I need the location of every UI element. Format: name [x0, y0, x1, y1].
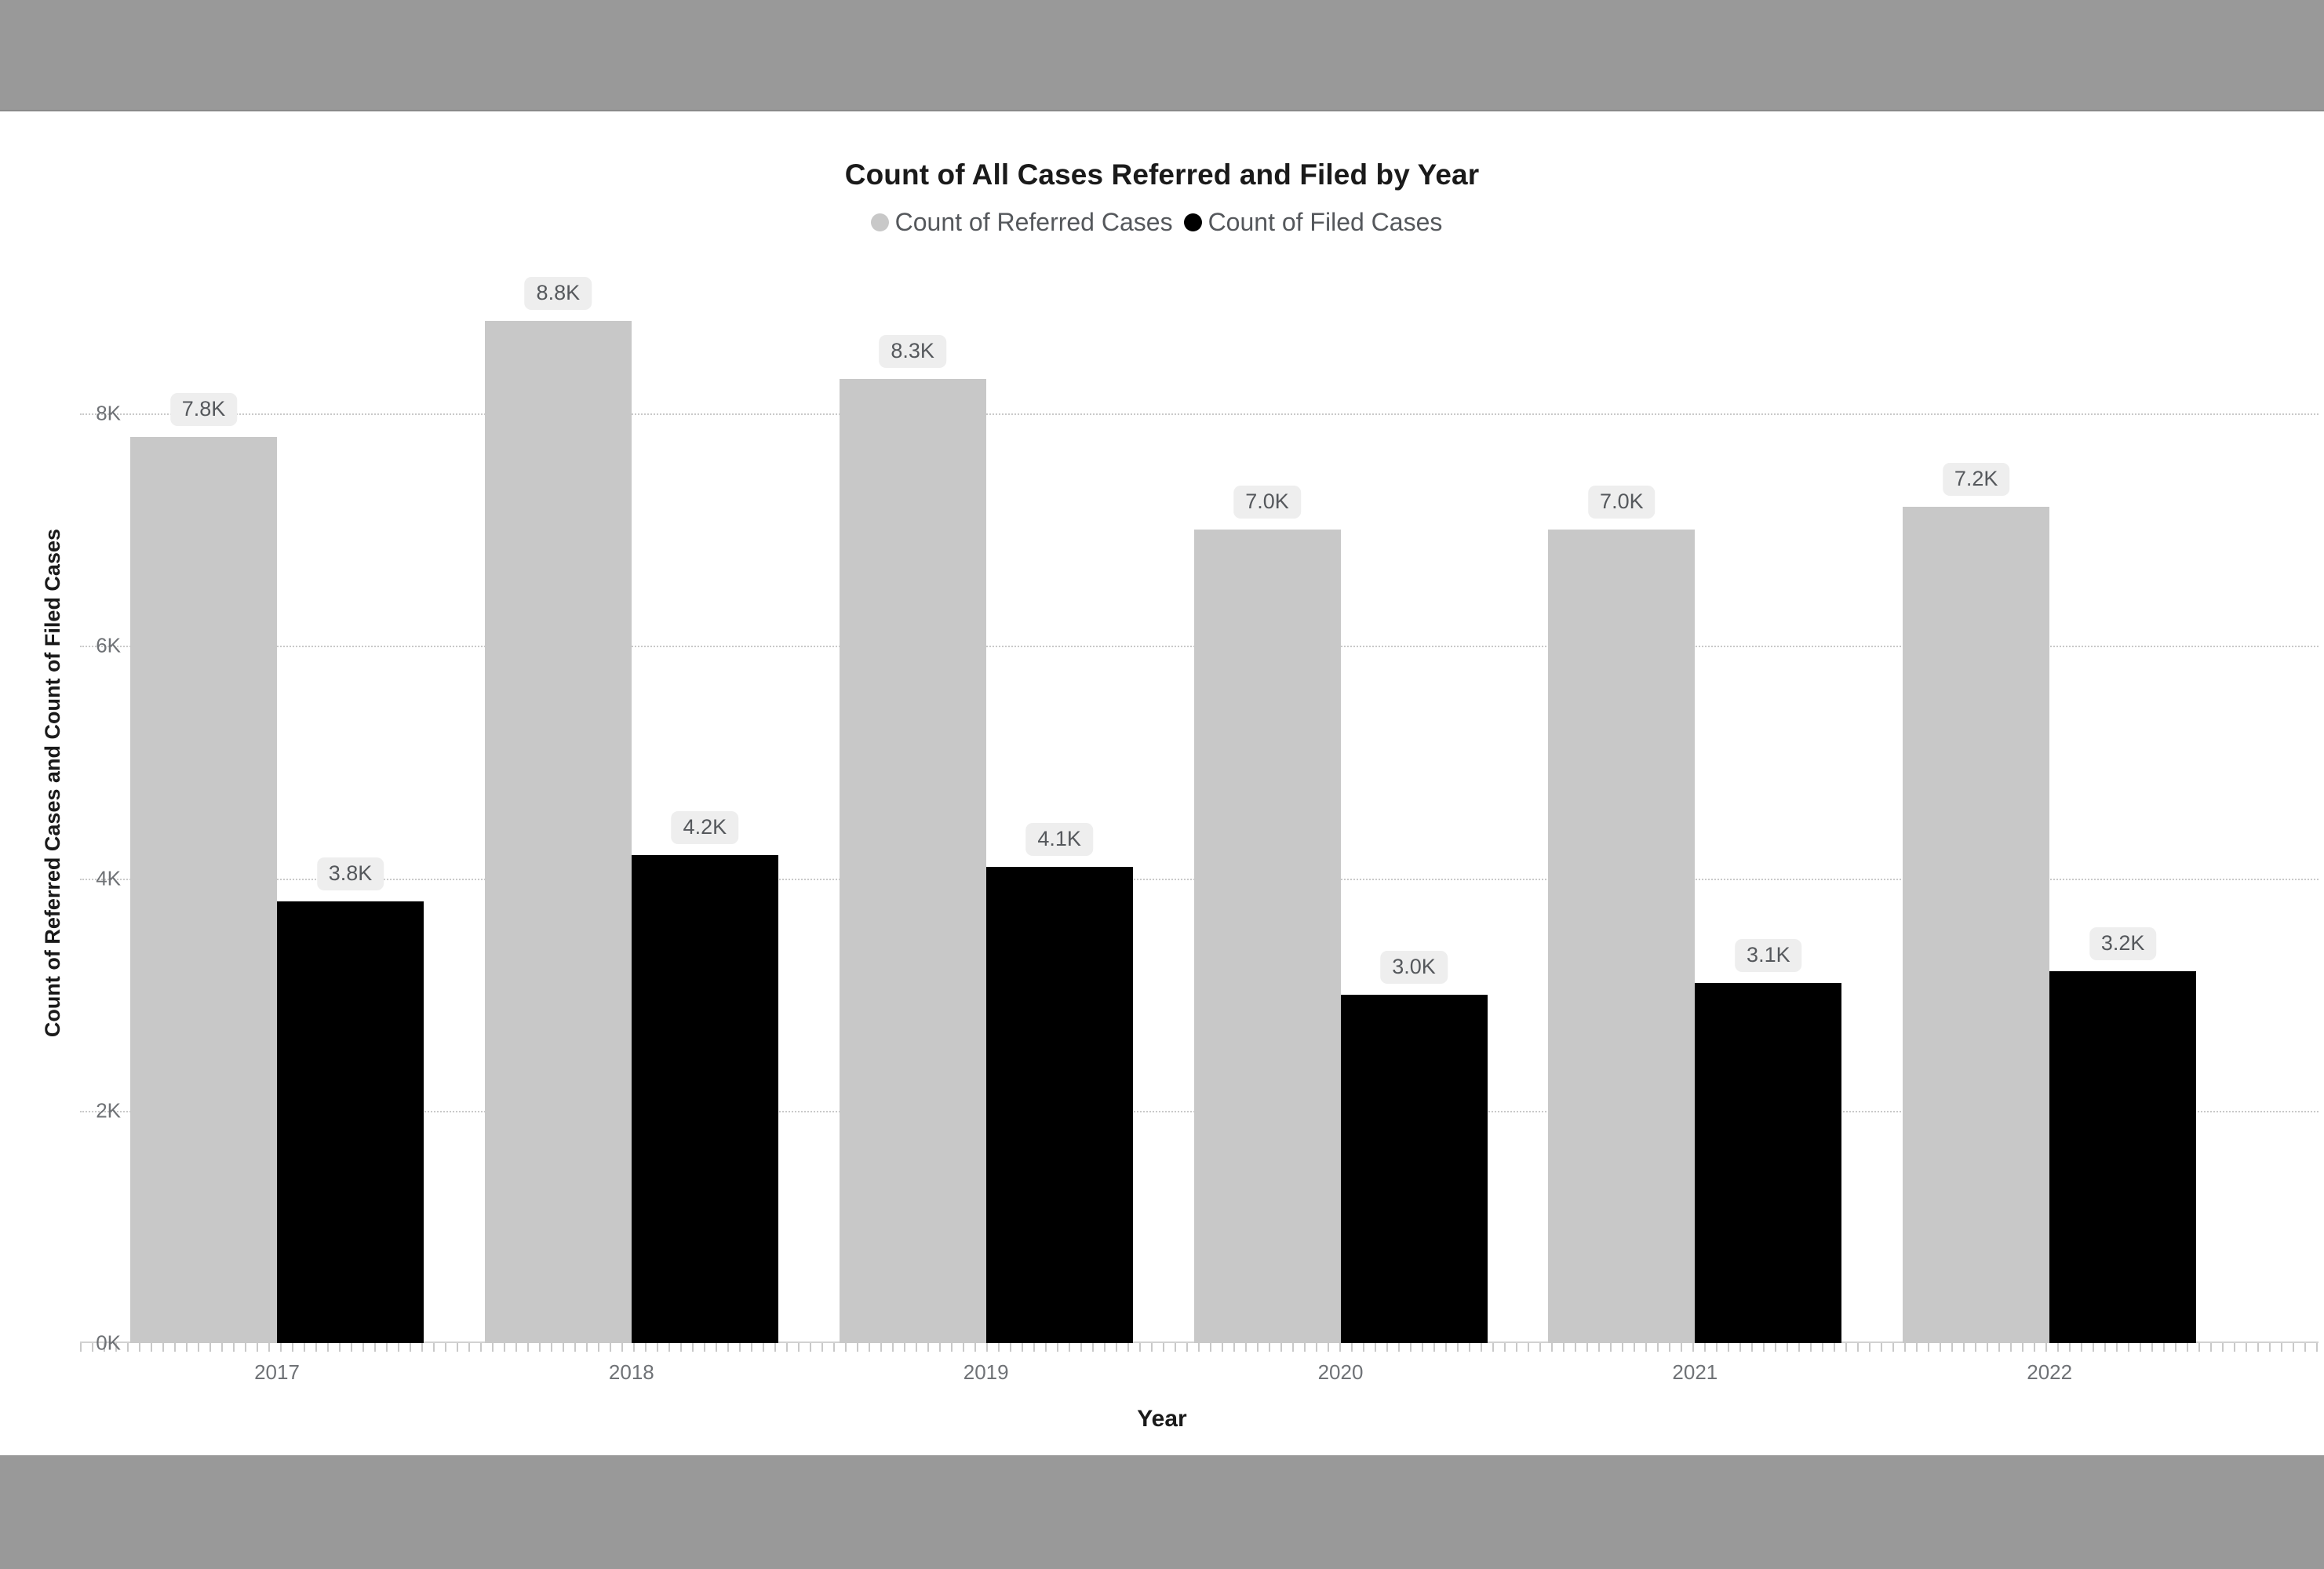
bar-value-label: 3.0K — [1380, 950, 1448, 984]
bar-value-label: 7.8K — [169, 392, 238, 426]
x-axis-tick-label-2017: 2017 — [254, 1360, 300, 1384]
x-axis-tick-label-2019: 2019 — [963, 1360, 1009, 1384]
legend-swatch-filed-icon — [1183, 213, 1202, 231]
chart-legend: Count of Referred Cases Count of Filed C… — [0, 208, 2324, 237]
bar-referred-2020[interactable] — [1193, 530, 1341, 1343]
bar-referred-2021[interactable] — [1548, 530, 1696, 1343]
bar-referred-2018[interactable] — [484, 320, 632, 1343]
screenshot-root: Count of All Cases Referred and Filed by… — [0, 0, 2324, 1569]
bar-value-label: 4.2K — [671, 810, 739, 844]
bar-value-label: 7.2K — [1942, 462, 2010, 496]
bar-value-label: 7.0K — [1588, 486, 1656, 519]
bar-filed-2019[interactable] — [985, 866, 1133, 1343]
bar-value-label: 3.2K — [2089, 927, 2157, 961]
chart-canvas: Count of All Cases Referred and Filed by… — [0, 111, 2324, 1455]
bar-value-label: 7.0K — [1233, 486, 1301, 519]
x-axis-tick-label-2018: 2018 — [608, 1360, 654, 1384]
chart-title: Count of All Cases Referred and Filed by… — [844, 158, 1480, 191]
y-axis-title: Count of Referred Cases and Count of Fil… — [41, 111, 65, 1455]
x-axis-tick-label-2022: 2022 — [2027, 1360, 2073, 1384]
legend-item-referred[interactable]: Count of Referred Cases — [870, 208, 1173, 237]
bar-filed-2020[interactable] — [1340, 994, 1488, 1343]
bottom-chrome-band — [0, 1455, 2324, 1569]
y-axis-title-text: Count of Referred Cases and Count of Fil… — [41, 529, 64, 1038]
bar-filed-2021[interactable] — [1695, 982, 1842, 1343]
bar-filed-2018[interactable] — [631, 854, 778, 1343]
x-axis-tick-label-2020: 2020 — [1317, 1360, 1364, 1384]
bar-value-label: 3.8K — [316, 857, 384, 891]
legend-swatch-referred-icon — [870, 213, 889, 231]
x-axis-tick-label-2021: 2021 — [1672, 1360, 1718, 1384]
top-chrome-band — [0, 0, 2324, 111]
bar-filed-2017[interactable] — [277, 901, 424, 1343]
bar-filed-2022[interactable] — [2049, 971, 2197, 1343]
bar-value-label: 8.3K — [879, 334, 946, 368]
bar-referred-2022[interactable] — [1903, 506, 2050, 1343]
bar-value-label: 3.1K — [1735, 938, 1802, 972]
x-axis-ticks — [80, 1343, 2319, 1352]
bar-value-label: 8.8K — [524, 276, 592, 310]
plot-area: 0K 2K 4K 6K 8K 7.8K 3.8K 8.8K 4.2K 8.3K 4.1K 7.0K 3… — [80, 276, 2319, 1384]
gridline — [80, 413, 2319, 416]
bar-referred-2017[interactable] — [130, 436, 277, 1343]
bar-referred-2019[interactable] — [839, 378, 986, 1343]
legend-label-filed: Count of Filed Cases — [1208, 208, 1443, 236]
x-axis-title: Year — [1137, 1406, 1187, 1432]
bar-value-label: 4.1K — [1025, 822, 1093, 856]
legend-item-filed[interactable]: Count of Filed Cases — [1183, 208, 1443, 237]
legend-label-referred: Count of Referred Cases — [894, 208, 1173, 236]
